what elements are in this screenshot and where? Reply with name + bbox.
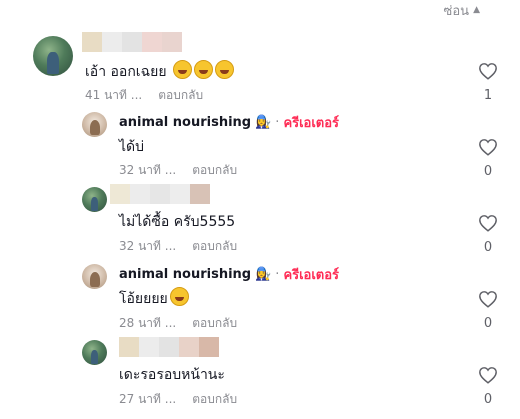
creator-badge: ครีเอเตอร์ xyxy=(283,116,340,131)
timestamp: 41 นาที ... xyxy=(85,88,143,102)
avatar[interactable] xyxy=(82,112,107,137)
reply-button[interactable]: ตอบกลับ xyxy=(192,161,237,180)
creator-emoji-icon: 👩‍🔧 xyxy=(255,115,272,130)
avatar[interactable] xyxy=(33,36,73,76)
reply-button[interactable]: ตอบกลับ xyxy=(192,390,237,409)
timestamp: 32 นาที ... xyxy=(119,163,177,177)
comment-meta: 41 นาที ... ตอบกลับ xyxy=(85,86,203,105)
username-blurred[interactable] xyxy=(82,32,182,52)
username-blurred[interactable] xyxy=(110,184,210,204)
like-count: 0 xyxy=(483,240,493,255)
timestamp: 28 นาที ... xyxy=(119,316,177,330)
comment-text: โอ้ยยยย xyxy=(119,287,189,310)
timestamp: 32 นาที ... xyxy=(119,239,177,253)
laugh-emoji-icon xyxy=(214,60,234,79)
hide-label: ซ่อน xyxy=(443,4,470,19)
comment-meta: 28 นาที ... ตอบกลับ xyxy=(119,314,237,333)
username-blurred[interactable] xyxy=(119,337,219,357)
timestamp: 27 นาที ... xyxy=(119,392,177,406)
laugh-emoji-icon xyxy=(169,287,189,306)
heart-outline-icon xyxy=(479,367,497,384)
like-button[interactable]: 0 xyxy=(477,138,499,179)
chevron-up-icon: ▲ xyxy=(473,5,480,15)
comment-text: เดะรอรอบหน้านะ xyxy=(119,367,225,383)
hide-replies-button[interactable]: ซ่อน ▲ xyxy=(444,0,480,21)
heart-outline-icon xyxy=(479,291,497,308)
reply-button[interactable]: ตอบกลับ xyxy=(158,86,203,105)
comment-text: เอ้า ออกเฉยย xyxy=(85,60,234,83)
avatar[interactable] xyxy=(82,264,107,289)
heart-outline-icon xyxy=(479,139,497,156)
like-count: 0 xyxy=(483,316,493,331)
comment-meta: 32 นาที ... ตอบกลับ xyxy=(119,237,237,256)
like-button[interactable]: 0 xyxy=(477,214,499,255)
laugh-emoji-icon xyxy=(172,60,192,79)
avatar[interactable] xyxy=(82,340,107,365)
like-count: 0 xyxy=(483,392,493,407)
creator-emoji-icon: 👩‍🔧 xyxy=(255,267,272,282)
comment-text: ได้บ่ xyxy=(119,139,145,155)
like-button[interactable]: 0 xyxy=(477,366,499,407)
avatar[interactable] xyxy=(82,187,107,212)
heart-outline-icon xyxy=(479,63,497,80)
comment-meta: 27 นาที ... ตอบกลับ xyxy=(119,390,237,409)
like-button[interactable]: 0 xyxy=(477,290,499,331)
like-count: 1 xyxy=(483,88,493,103)
like-button[interactable]: 1 xyxy=(477,62,499,103)
reply-button[interactable]: ตอบกลับ xyxy=(192,237,237,256)
heart-outline-icon xyxy=(479,215,497,232)
comment-text: ไม่ได้ซื้อ ครับ5555 xyxy=(119,214,236,230)
like-count: 0 xyxy=(483,164,493,179)
username[interactable]: animal nourishing 👩‍🔧 · ครีเอเตอร์ xyxy=(119,264,339,285)
username[interactable]: animal nourishing 👩‍🔧 · ครีเอเตอร์ xyxy=(119,112,339,133)
laugh-emoji-icon xyxy=(193,60,213,79)
reply-button[interactable]: ตอบกลับ xyxy=(192,314,237,333)
creator-badge: ครีเอเตอร์ xyxy=(283,268,340,283)
comment-meta: 32 นาที ... ตอบกลับ xyxy=(119,161,237,180)
